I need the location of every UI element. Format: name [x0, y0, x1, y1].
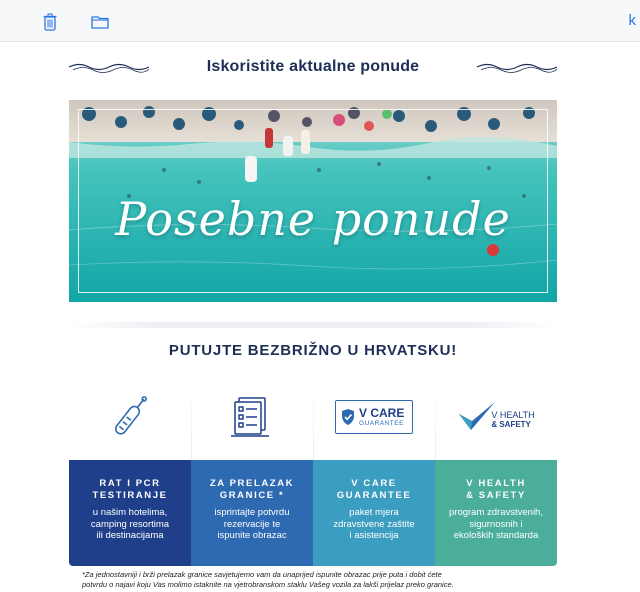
toolbar-overflow-label[interactable]: k — [629, 12, 637, 29]
card-testing-title: RAT I PCR TESTIRANJE — [92, 478, 168, 501]
card-v-care-icon-area: V CARE GUARANTEE — [313, 374, 435, 460]
hero-banner[interactable]: Posebne ponude — [69, 100, 557, 302]
mail-toolbar: k — [0, 0, 640, 42]
shield-check-icon — [342, 409, 354, 425]
card-testing-text: u našim hotelima, camping resortima ili … — [90, 507, 170, 541]
trash-icon[interactable] — [40, 12, 60, 32]
email-body: Iskoristite aktualne ponude Posebne ponu… — [69, 48, 557, 359]
card-v-health-text: program zdravstvenih, sigurnosnih i ekol… — [449, 507, 543, 541]
section-title: PUTUJTE BEZBRIŽNO U HRVATSKU! — [168, 342, 458, 359]
card-v-health-title: V HEALTH & SAFETY — [466, 478, 526, 501]
v-care-guarantee-logo: V CARE GUARANTEE — [335, 400, 413, 434]
card-testing[interactable]: RAT I PCR TESTIRANJE u našim hotelima, c… — [69, 374, 191, 566]
section-divider — [69, 322, 557, 328]
card-border-icon-area — [191, 374, 313, 460]
card-v-care[interactable]: V CARE GUARANTEE V CARE GUARANTEE paket … — [313, 374, 435, 566]
headline-row: Iskoristite aktualne ponude — [69, 48, 557, 86]
wave-decoration-right — [477, 63, 557, 73]
v-care-logo-main: V CARE — [359, 405, 405, 420]
card-v-health-body: V HEALTH & SAFETY program zdravstvenih, … — [435, 460, 557, 566]
card-border-crossing[interactable]: ZA PRELAZAK GRANICE * isprintajte potvrd… — [191, 374, 313, 566]
v-health-logo-line1: V HEALTH — [491, 410, 535, 420]
v-health-logo-line2: & SAFETY — [491, 420, 531, 429]
card-v-care-text: paket mjera zdravstvene zaštite i asiste… — [333, 507, 415, 541]
card-border-body: ZA PRELAZAK GRANICE * isprintajte potvrd… — [191, 460, 313, 566]
feature-cards: RAT I PCR TESTIRANJE u našim hotelima, c… — [69, 374, 557, 566]
card-v-health-icon-area: V HEALTH & SAFETY — [435, 374, 557, 460]
card-testing-icon-area — [69, 374, 191, 460]
card-v-care-body: V CARE GUARANTEE paket mjera zdravstvene… — [313, 460, 435, 566]
card-v-care-title: V CARE GUARANTEE — [336, 478, 412, 501]
folder-icon[interactable] — [90, 12, 110, 32]
card-v-health[interactable]: V HEALTH & SAFETY V HEALTH & SAFETY prog… — [435, 374, 557, 566]
footnote: *Za jednostavniji i brži prelazak granic… — [82, 570, 454, 589]
document-form-icon — [231, 397, 269, 437]
card-border-text: isprintajte potvrdu rezervacije te ispun… — [214, 507, 290, 541]
test-tube-icon — [114, 396, 147, 435]
v-care-logo-sub: GUARANTEE — [359, 419, 404, 427]
card-testing-body: RAT I PCR TESTIRANJE u našim hotelima, c… — [69, 460, 191, 566]
card-border-title: ZA PRELAZAK GRANICE * — [209, 478, 295, 501]
v-health-safety-logo: V HEALTH & SAFETY — [457, 400, 535, 434]
hero-title: Posebne ponude — [115, 192, 511, 246]
